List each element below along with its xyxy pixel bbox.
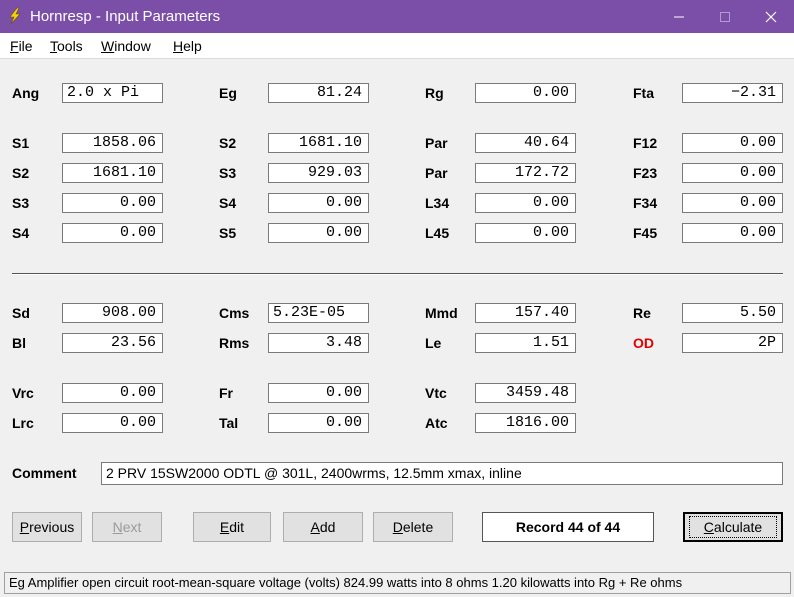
label-s2: S2: [12, 165, 30, 181]
label-par: Par: [425, 165, 448, 181]
minimize-icon: [674, 16, 684, 17]
calculate-button[interactable]: Calculate: [683, 512, 783, 542]
f34-field[interactable]: 0.00: [682, 193, 783, 213]
label-f34: F34: [633, 195, 658, 211]
atc-field[interactable]: 1816.00: [475, 413, 576, 433]
fr-field[interactable]: 0.00: [268, 383, 369, 403]
label-vtc: Vtc: [425, 385, 447, 401]
label-ang: Ang: [12, 85, 40, 101]
window-title: Hornresp - Input Parameters: [30, 8, 221, 25]
label-cms: Cms: [219, 305, 250, 321]
label-od[interactable]: OD: [633, 335, 654, 351]
l45-field[interactable]: 0.00: [475, 223, 576, 243]
label-re: Re: [633, 305, 651, 321]
close-button[interactable]: [748, 0, 794, 33]
status-bar: Eg Amplifier open circuit root-mean-squa…: [0, 570, 794, 597]
comment-field[interactable]: 2 PRV 15SW2000 ODTL @ 301L, 2400wrms, 12…: [101, 462, 783, 485]
cms-field[interactable]: 5.23E-05: [268, 303, 369, 323]
label-l34: L34: [425, 195, 450, 211]
label-eg: Eg: [219, 85, 237, 101]
previous-button[interactable]: Previous: [12, 512, 82, 542]
menu-tools[interactable]: Tools: [50, 38, 83, 54]
label-fta: Fta: [633, 85, 654, 101]
label-f23: F23: [633, 165, 658, 181]
bl-field[interactable]: 23.56: [62, 333, 163, 353]
label-tal: Tal: [219, 415, 239, 431]
title-bar[interactable]: Hornresp - Input Parameters: [0, 0, 794, 33]
label-comment: Comment: [12, 465, 77, 481]
s4b-field[interactable]: 0.00: [62, 223, 163, 243]
s2b-field[interactable]: 1681.10: [62, 163, 163, 183]
s4-field[interactable]: 0.00: [268, 193, 369, 213]
label-rg: Rg: [425, 85, 444, 101]
sd-field[interactable]: 908.00: [62, 303, 163, 323]
l34-field[interactable]: 0.00: [475, 193, 576, 213]
delete-button[interactable]: Delete: [373, 512, 453, 542]
label-l45: L45: [425, 225, 450, 241]
od-field[interactable]: 2P: [682, 333, 783, 353]
label-s3: S3: [12, 195, 30, 211]
eg-field[interactable]: 81.24: [268, 83, 369, 103]
lrc-field[interactable]: 0.00: [62, 413, 163, 433]
rms-field[interactable]: 3.48: [268, 333, 369, 353]
s3b-field[interactable]: 0.00: [62, 193, 163, 213]
menu-bar: File Tools Window Help: [0, 33, 794, 59]
maximize-icon: [720, 11, 730, 22]
par1-field[interactable]: 40.64: [475, 133, 576, 153]
edit-button[interactable]: Edit: [193, 512, 271, 542]
minimize-button[interactable]: [656, 0, 702, 33]
maximize-button[interactable]: [702, 0, 748, 33]
label-vrc: Vrc: [12, 385, 34, 401]
label-rms: Rms: [219, 335, 250, 351]
label-fr: Fr: [219, 385, 233, 401]
ang-field[interactable]: 2.0 x Pi: [62, 83, 163, 103]
f23-field[interactable]: 0.00: [682, 163, 783, 183]
label-atc: Atc: [425, 415, 448, 431]
f45-field[interactable]: 0.00: [682, 223, 783, 243]
label-s2: S2: [219, 135, 237, 151]
label-s4: S4: [219, 195, 237, 211]
menu-window[interactable]: Window: [101, 38, 151, 54]
label-s4: S4: [12, 225, 30, 241]
lightning-bolt-icon: [9, 7, 21, 25]
label-s1: S1: [12, 135, 30, 151]
rg-field[interactable]: 0.00: [475, 83, 576, 103]
fta-field[interactable]: −2.31: [682, 83, 783, 103]
label-le: Le: [425, 335, 442, 351]
s3-field[interactable]: 929.03: [268, 163, 369, 183]
par2-field[interactable]: 172.72: [475, 163, 576, 183]
add-button[interactable]: Add: [283, 512, 363, 542]
label-sd: Sd: [12, 305, 30, 321]
close-icon: [765, 11, 777, 22]
s1-field[interactable]: 1858.06: [62, 133, 163, 153]
label-f12: F12: [633, 135, 658, 151]
record-indicator: Record 44 of 44: [482, 512, 654, 542]
label-s3: S3: [219, 165, 237, 181]
label-mmd: Mmd: [425, 305, 458, 321]
menu-help[interactable]: Help: [173, 38, 202, 54]
section-divider: [12, 273, 783, 275]
vtc-field[interactable]: 3459.48: [475, 383, 576, 403]
label-bl: Bl: [12, 335, 26, 351]
re-field[interactable]: 5.50: [682, 303, 783, 323]
tal-field[interactable]: 0.00: [268, 413, 369, 433]
label-f45: F45: [633, 225, 658, 241]
s2-field[interactable]: 1681.10: [268, 133, 369, 153]
s5-field[interactable]: 0.00: [268, 223, 369, 243]
mmd-field[interactable]: 157.40: [475, 303, 576, 323]
menu-file[interactable]: File: [10, 38, 33, 54]
label-lrc: Lrc: [12, 415, 34, 431]
vrc-field[interactable]: 0.00: [62, 383, 163, 403]
label-s5: S5: [219, 225, 237, 241]
f12-field[interactable]: 0.00: [682, 133, 783, 153]
next-button[interactable]: Next: [92, 512, 162, 542]
le-field[interactable]: 1.51: [475, 333, 576, 353]
label-par: Par: [425, 135, 448, 151]
status-text: Eg Amplifier open circuit root-mean-squa…: [4, 572, 791, 594]
